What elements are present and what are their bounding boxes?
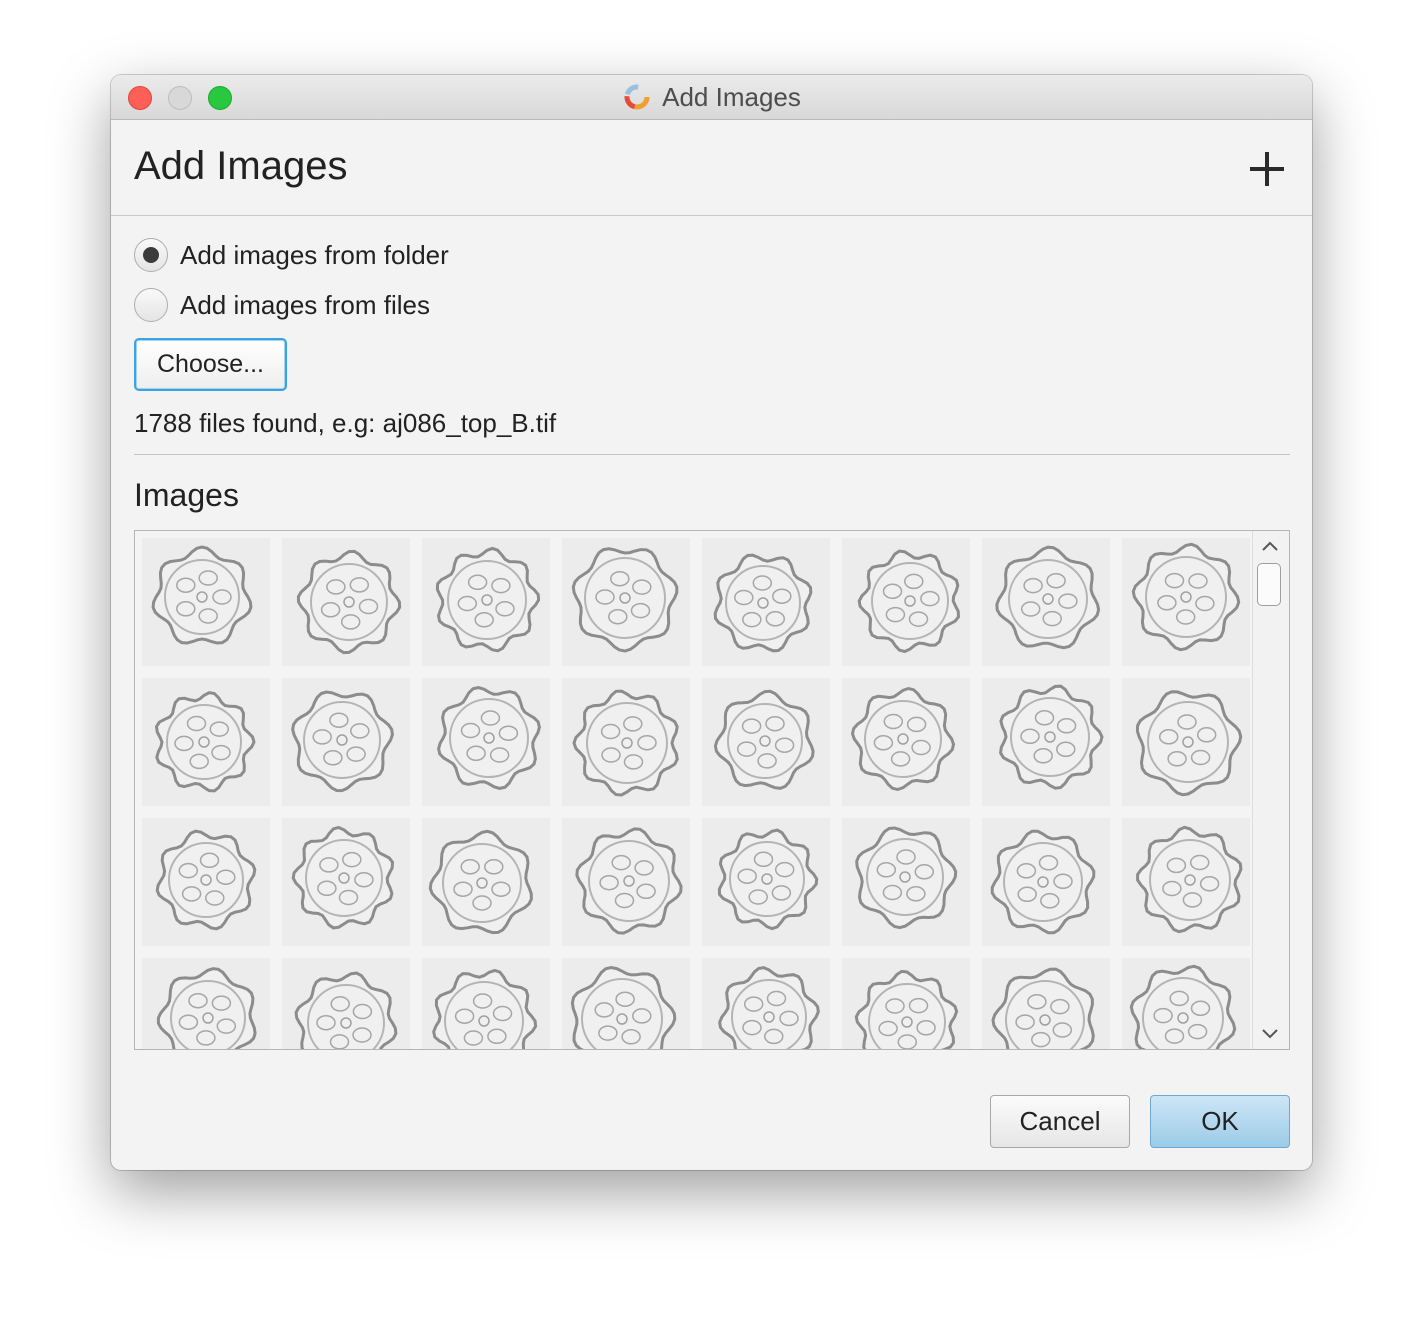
pollen-grain-image (718, 966, 820, 1049)
pollen-grain-image (155, 829, 257, 931)
pollen-grain-image (296, 549, 402, 655)
vertical-scrollbar[interactable] (1252, 531, 1289, 1049)
pollen-grain-image (713, 553, 813, 653)
pollen-grain-image (1129, 964, 1237, 1049)
radio-label-folder: Add images from folder (180, 239, 449, 270)
image-thumbnail[interactable] (562, 678, 690, 806)
pollen-grain-image (1136, 825, 1243, 934)
radio-option-folder[interactable]: Add images from folder (134, 238, 449, 272)
window-title: Add Images (662, 81, 801, 112)
chevron-down-icon[interactable] (1261, 1027, 1279, 1041)
image-thumbnail[interactable] (982, 958, 1110, 1049)
image-thumbnail[interactable] (142, 818, 270, 946)
image-thumbnail[interactable] (1122, 958, 1250, 1049)
pollen-grain-image (570, 965, 677, 1049)
spinner-logo-icon (624, 84, 650, 110)
dialog-title: Add Images (134, 144, 348, 188)
title-bar[interactable]: Add Images (111, 75, 1312, 120)
pollen-grain-image (291, 690, 394, 793)
image-thumbnail[interactable] (422, 678, 550, 806)
ok-button[interactable]: OK (1150, 1095, 1290, 1148)
pollen-grain-image (294, 971, 398, 1049)
images-section-title: Images (134, 477, 239, 513)
radio-label-files: Add images from files (180, 289, 430, 320)
image-thumbnail[interactable] (842, 818, 970, 946)
pollen-grain-image (857, 549, 961, 654)
pollen-grain-image (717, 828, 819, 931)
radio-button-unselected[interactable] (134, 288, 168, 322)
image-thumbnail[interactable] (982, 538, 1110, 666)
pollen-grain-image (435, 546, 541, 653)
image-thumbnail[interactable] (422, 958, 550, 1049)
image-thumbnail[interactable] (982, 818, 1110, 946)
image-thumbnail[interactable] (562, 958, 690, 1049)
radio-option-files[interactable]: Add images from files (134, 288, 430, 322)
pollen-grain-image (991, 967, 1095, 1049)
pollen-grain-image (154, 691, 256, 793)
image-thumbnail[interactable] (982, 678, 1110, 806)
image-thumbnail[interactable] (142, 678, 270, 806)
window-title-group: Add Images (111, 75, 1312, 119)
image-thumbnail[interactable] (282, 538, 410, 666)
pollen-grain-image (432, 968, 538, 1049)
image-thumbnail[interactable] (1122, 818, 1250, 946)
image-thumbnail[interactable] (282, 678, 410, 806)
pollen-grain-image (151, 545, 253, 645)
section-divider (134, 454, 1290, 455)
image-thumbnail[interactable] (1122, 678, 1250, 806)
pollen-grain-image (428, 829, 533, 935)
chevron-up-icon[interactable] (1261, 539, 1279, 553)
pollen-grain-image (854, 969, 959, 1049)
image-thumbnail[interactable] (282, 958, 410, 1049)
radio-button-selected[interactable] (134, 238, 168, 272)
pollen-grain-image (1131, 542, 1241, 652)
image-thumbnail[interactable] (562, 538, 690, 666)
image-thumbnail[interactable] (842, 538, 970, 666)
pollen-grain-image (437, 686, 541, 790)
image-thumbnail[interactable] (1122, 538, 1250, 666)
add-images-window: Add Images Add Images Add images from fo… (111, 75, 1312, 1170)
scroll-thumb[interactable] (1257, 563, 1281, 606)
pollen-grain-image (572, 689, 679, 797)
image-thumbnail[interactable] (842, 958, 970, 1049)
pollen-grain-image (1135, 690, 1243, 797)
image-thumbnail[interactable] (702, 958, 830, 1049)
files-found-status: 1788 files found, e.g: aj086_top_B.tif (134, 408, 557, 438)
pollen-grain-image (999, 684, 1104, 790)
image-thumbnail[interactable] (702, 538, 830, 666)
pollen-grain-image (990, 829, 1096, 935)
image-thumbnail[interactable] (282, 818, 410, 946)
pollen-grain-image (156, 967, 257, 1049)
image-thumbnail[interactable] (422, 538, 550, 666)
image-thumbnail[interactable] (422, 818, 550, 946)
pollen-grain-image (995, 545, 1101, 650)
pollen-grain-image (855, 826, 958, 930)
image-thumbnail[interactable] (702, 818, 830, 946)
image-thumbnail[interactable] (142, 958, 270, 1049)
pollen-grain-image (575, 827, 683, 935)
plus-icon[interactable] (1250, 152, 1284, 186)
dialog-header: Add Images (111, 120, 1312, 216)
image-thumbnail[interactable] (702, 678, 830, 806)
pollen-grain-image (713, 689, 815, 790)
image-thumbnail[interactable] (142, 538, 270, 666)
image-thumbnail-grid[interactable] (134, 530, 1290, 1050)
pollen-grain-image (571, 547, 679, 653)
choose-button[interactable]: Choose... (134, 338, 287, 391)
image-thumbnail[interactable] (562, 818, 690, 946)
image-thumbnail[interactable] (842, 678, 970, 806)
pollen-grain-image (291, 825, 395, 930)
cancel-button[interactable]: Cancel (990, 1095, 1130, 1148)
pollen-grain-image (850, 686, 956, 792)
